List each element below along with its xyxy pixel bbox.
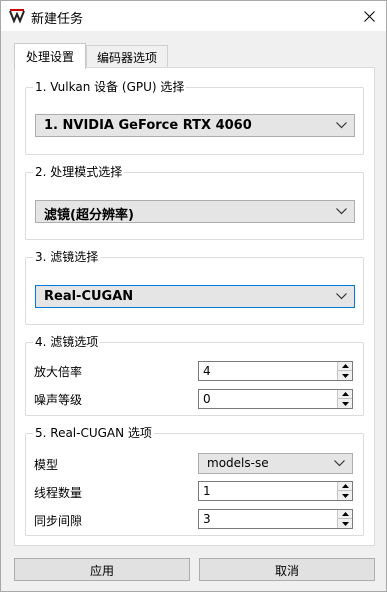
spin-up-button[interactable] xyxy=(338,390,352,399)
tab-label: 处理设置 xyxy=(25,50,74,64)
model-label: 模型 xyxy=(34,458,59,472)
caret-up-icon xyxy=(341,512,349,516)
close-button[interactable] xyxy=(352,1,386,31)
spin-buttons xyxy=(337,390,352,408)
chevron-down-icon xyxy=(336,122,347,129)
new-task-window: 新建任务 处理设置 编码器选项 1. Vulkan 设备 (GPU) 选择 1.… xyxy=(0,0,387,592)
combo-value: 滤镜(超分辨率) xyxy=(44,208,134,223)
noise-label: 噪声等级 xyxy=(34,393,83,407)
noise-spinbox[interactable]: 0 xyxy=(198,389,353,409)
caret-down-icon xyxy=(341,401,349,406)
spin-buttons xyxy=(337,362,352,380)
caret-down-icon xyxy=(341,373,349,378)
caret-up-icon xyxy=(341,392,349,396)
group-title: 2. 处理模式选择 xyxy=(33,165,125,179)
button-label: 应用 xyxy=(89,564,114,578)
filter-select-group: 3. 滤镜选择 Real-CUGAN xyxy=(25,250,364,325)
syncgap-spinbox[interactable]: 3 xyxy=(198,509,353,529)
app-logo-icon xyxy=(9,9,25,24)
spin-down-button[interactable] xyxy=(338,399,352,408)
cancel-button[interactable]: 取消 xyxy=(199,558,375,581)
group-title: 5. Real-CUGAN 选项 xyxy=(33,426,154,440)
spin-value: 3 xyxy=(203,512,211,526)
button-label: 取消 xyxy=(274,564,299,578)
group-title: 3. 滤镜选择 xyxy=(33,250,101,264)
apply-button[interactable]: 应用 xyxy=(14,558,190,581)
combo-value: 1. NVIDIA GeForce RTX 4060 xyxy=(44,118,252,133)
realcugan-options-group: 5. Real-CUGAN 选项 模型 models-se 线程数量 1 同步间… xyxy=(25,426,364,536)
combo-value: models-se xyxy=(207,456,269,470)
mode-select-group: 2. 处理模式选择 滤镜(超分辨率) xyxy=(25,165,364,240)
filter-options-group: 4. 滤镜选项 放大倍率 4 噪声等级 0 xyxy=(25,335,364,416)
spin-down-button[interactable] xyxy=(338,491,352,500)
spin-up-button[interactable] xyxy=(338,510,352,519)
mode-combo[interactable]: 滤镜(超分辨率) xyxy=(35,200,355,223)
spin-up-button[interactable] xyxy=(338,482,352,491)
window-title: 新建任务 xyxy=(31,12,84,27)
close-icon xyxy=(363,10,375,22)
processing-settings-panel: 1. Vulkan 设备 (GPU) 选择 1. NVIDIA GeForce … xyxy=(14,67,375,546)
spin-value: 1 xyxy=(203,484,211,498)
caret-up-icon xyxy=(341,364,349,368)
group-title: 1. Vulkan 设备 (GPU) 选择 xyxy=(33,80,187,94)
chevron-down-icon xyxy=(336,208,347,215)
spin-value: 0 xyxy=(203,392,211,406)
combo-value: Real-CUGAN xyxy=(44,289,134,304)
scale-spinbox[interactable]: 4 xyxy=(198,361,353,381)
title-bar[interactable]: 新建任务 xyxy=(1,1,386,31)
scale-label: 放大倍率 xyxy=(34,365,83,379)
spin-value: 4 xyxy=(203,364,211,378)
tab-label: 编码器选项 xyxy=(96,51,157,65)
caret-down-icon xyxy=(341,493,349,498)
spin-down-button[interactable] xyxy=(338,519,352,528)
chevron-down-icon xyxy=(334,460,345,467)
syncgap-label: 同步间隙 xyxy=(34,514,83,528)
group-title: 4. 滤镜选项 xyxy=(33,335,101,349)
spin-up-button[interactable] xyxy=(338,362,352,371)
threads-spinbox[interactable]: 1 xyxy=(198,481,353,501)
tab-encoder-options[interactable]: 编码器选项 xyxy=(86,45,168,68)
tab-processing-settings[interactable]: 处理设置 xyxy=(14,43,86,69)
threads-label: 线程数量 xyxy=(34,486,83,500)
filter-combo[interactable]: Real-CUGAN xyxy=(35,285,355,308)
spin-buttons xyxy=(337,510,352,528)
chevron-down-icon xyxy=(336,293,347,300)
caret-down-icon xyxy=(341,521,349,526)
spin-buttons xyxy=(337,482,352,500)
spin-down-button[interactable] xyxy=(338,371,352,380)
model-combo[interactable]: models-se xyxy=(198,453,353,474)
gpu-select-group: 1. Vulkan 设备 (GPU) 选择 1. NVIDIA GeForce … xyxy=(25,80,364,155)
gpu-device-combo[interactable]: 1. NVIDIA GeForce RTX 4060 xyxy=(35,114,355,137)
caret-up-icon xyxy=(341,484,349,488)
